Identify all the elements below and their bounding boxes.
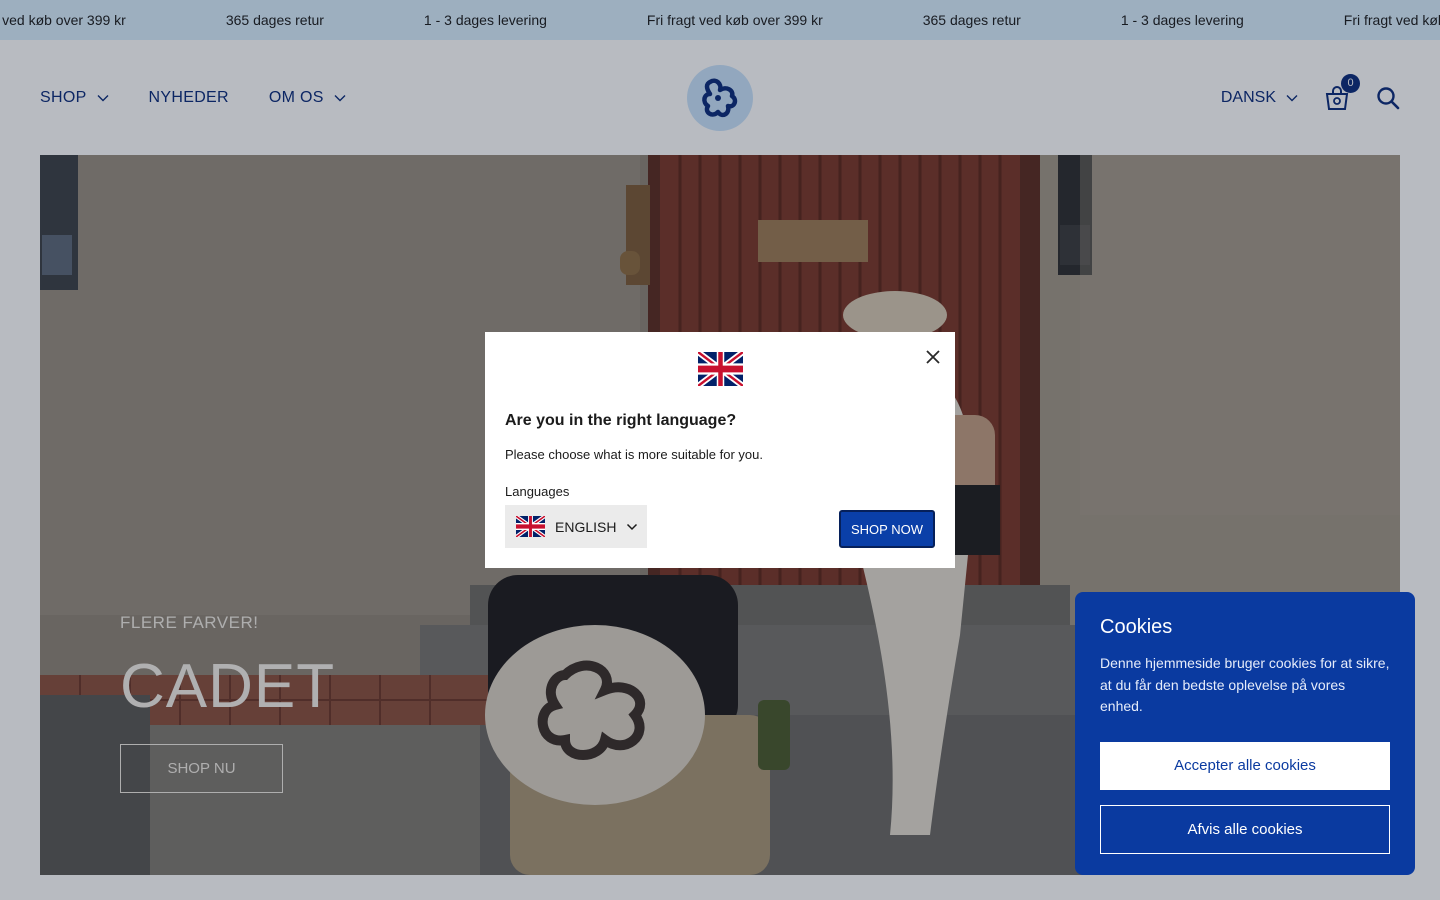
language-select-value: ENGLISH — [555, 518, 617, 535]
close-icon[interactable] — [924, 348, 942, 366]
modal-subtitle: Please choose what is more suitable for … — [505, 447, 763, 462]
language-modal: Are you in the right language? Please ch… — [485, 332, 955, 568]
reject-cookies-button[interactable]: Afvis alle cookies — [1100, 804, 1390, 854]
uk-flag-icon — [698, 352, 743, 386]
cookie-banner: Cookies Denne hjemmeside bruger cookies … — [1075, 592, 1415, 875]
language-select[interactable]: ENGLISH — [505, 505, 647, 548]
accept-cookies-button[interactable]: Accepter alle cookies — [1100, 741, 1390, 790]
uk-flag-icon — [516, 516, 545, 537]
cookie-title: Cookies — [1100, 616, 1173, 638]
modal-title: Are you in the right language? — [505, 412, 737, 429]
shop-now-button[interactable]: SHOP NOW — [839, 510, 935, 548]
language-select-label: Languages — [505, 484, 570, 499]
cookie-text: Denne hjemmeside bruger cookies for at s… — [1100, 655, 1390, 714]
chevron-down-icon — [627, 523, 638, 530]
